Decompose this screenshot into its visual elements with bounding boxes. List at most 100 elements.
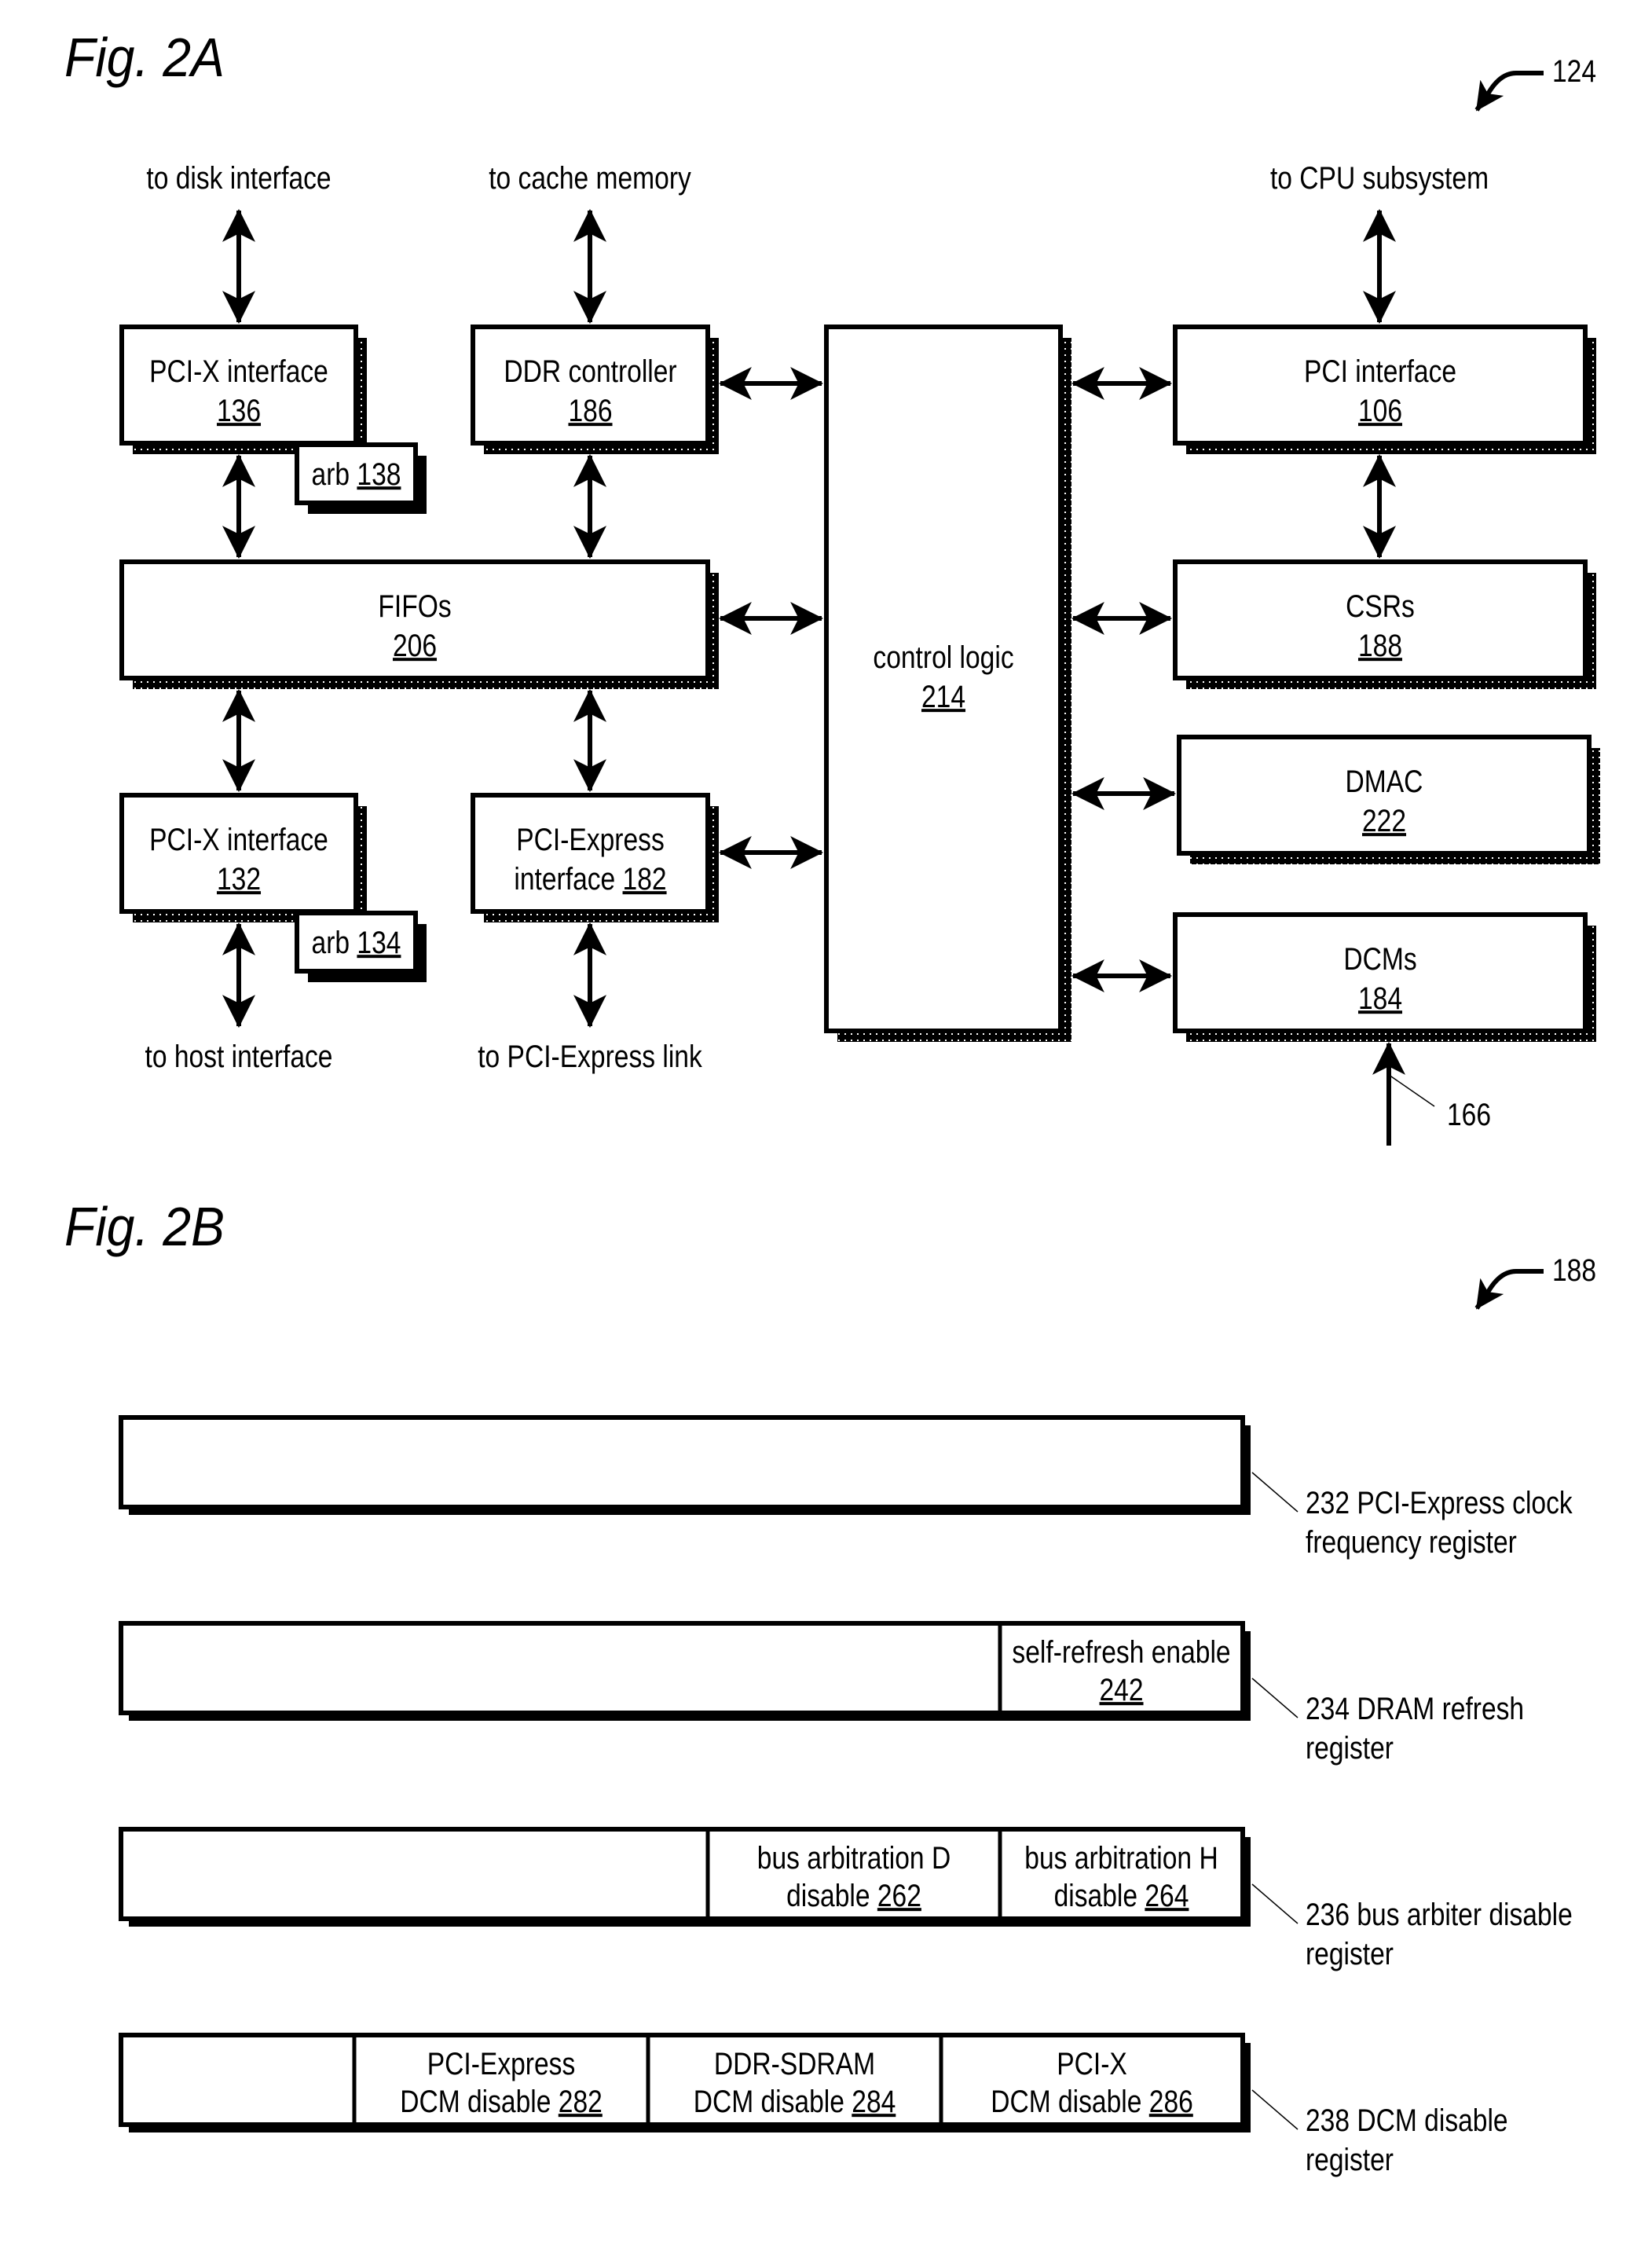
register-236-leader [1251, 1883, 1299, 1924]
block-dmac-222-refnum-text: 222 [1362, 803, 1406, 838]
register-236-field-264-line2-prefix: disable [1054, 1878, 1145, 1912]
block-arb-138: arb 138 [295, 442, 427, 514]
register-238-field-284-line1: DDR-SDRAM [714, 2046, 875, 2081]
block-fifos-206-name: FIFOs [378, 589, 451, 623]
signal-166: 166 [1388, 1074, 1491, 1132]
blocks-fig2a: PCI-X interface 136 arb 138 DDR controller 1… [119, 325, 1600, 1042]
block-pcix-interface-136-refnum: 136 [217, 393, 261, 427]
register-234-caption-line1: 234 DRAM refresh [1306, 1691, 1524, 1725]
register-238-field-284-line2: DCM disable 284 [694, 2084, 896, 2118]
block-csrs-188: CSRs 188 [1173, 559, 1596, 689]
block-arb-134-label-text: arb 134 [312, 925, 401, 959]
block-dcms-184: DCMs 184 [1173, 912, 1596, 1042]
block-arb-138-label-ref: 138 [357, 457, 401, 491]
register-238-field-286-line2: DCM disable 286 [991, 2084, 1193, 2118]
register-238-field-282-line2-ref: 282 [559, 2084, 603, 2118]
register-238-field-282-line1: PCI-Express [427, 2046, 575, 2081]
register-236-field-262-line1: bus arbitration D [757, 1840, 951, 1875]
ref-pointer-188-arrow [1474, 1269, 1544, 1310]
block-dcms-184-refnum: 184 [1358, 981, 1402, 1015]
block-pcix-interface-132-refnum-text: 132 [217, 861, 261, 896]
register-236-field-262-line2: disable 262 [786, 1878, 921, 1912]
block-arb-134-label-ref: 134 [357, 925, 401, 959]
block-fifos-206: FIFOs 206 [119, 559, 719, 689]
ref-pointer-124-arrow [1474, 71, 1544, 112]
patent-figure-canvas: Fig. 2A 124 to disk interface to cache m… [64, 28, 1600, 2177]
label-to-cache-memory: to cache memory [489, 160, 691, 195]
register-234-leader [1251, 1678, 1299, 1718]
block-ddr-controller-186: DDR controller 186 [471, 325, 719, 454]
block-ddr-controller-186-refnum-text: 186 [568, 393, 612, 427]
block-dmac-222-name: DMAC [1346, 764, 1423, 798]
block-arb-138-label: arb 138 [312, 457, 401, 491]
block-dcms-184-refnum-text: 184 [1358, 981, 1402, 1015]
register-236-field-264-line2-text: disable 264 [1054, 1878, 1189, 1912]
register-236-caption-line2: register [1306, 1936, 1394, 1971]
register-236-field-264-line1: bus arbitration H [1024, 1840, 1218, 1875]
block-control-logic-214-name: control logic [873, 640, 1013, 674]
register-234-caption-line2: register [1306, 1730, 1394, 1765]
block-arb-134-label: arb 134 [312, 925, 401, 959]
ref-pointer-188: 188 [1474, 1252, 1596, 1310]
block-dmac-222-refnum: 222 [1362, 803, 1406, 838]
block-pci-interface-106-name: PCI interface [1304, 354, 1456, 388]
register-238-leader [1251, 2089, 1299, 2130]
register-238-field-282-line2: DCM disable 282 [400, 2084, 603, 2118]
block-arb-138-label-text: arb 138 [312, 457, 401, 491]
block-pcix-interface-136: PCI-X interface 136 [119, 325, 367, 454]
figure-2b-title: Fig. 2B [64, 1197, 225, 1258]
block-pcie-interface-182-name-line1: PCI-Express [516, 822, 664, 856]
register-238-field-284-line2-text: DCM disable 284 [694, 2084, 896, 2118]
block-pci-interface-106: PCI interface 106 [1173, 325, 1596, 454]
register-234-field-242-line1: self-refresh enable [1012, 1634, 1230, 1669]
ref-label-188: 188 [1552, 1252, 1596, 1287]
block-control-logic-214-refnum-text: 214 [921, 679, 965, 713]
block-pcix-interface-136-name: PCI-X interface [149, 354, 328, 388]
block-arb-138-label-prefix: arb [312, 457, 357, 491]
label-to-host-interface: to host interface [145, 1039, 333, 1073]
block-control-logic-214-refnum: 214 [921, 679, 965, 713]
block-pcix-interface-136-refnum-ref: 136 [217, 393, 261, 427]
register-234-field-242-line2: 242 [1099, 1672, 1143, 1707]
block-dcms-184-name: DCMs [1343, 941, 1416, 976]
register-236: bus arbitration Ddisable 262 bus arbitrat… [119, 1827, 1573, 1971]
figure-2a: Fig. 2A 124 to disk interface to cache m… [64, 28, 1600, 1146]
register-list: 232 PCI-Express clock frequency register s… [119, 1415, 1573, 2177]
block-arb-134-label-prefix: arb [312, 925, 357, 959]
block-csrs-188-refnum: 188 [1358, 628, 1402, 662]
block-dmac-222: DMAC 222 [1177, 735, 1600, 864]
block-pcie-interface-182: PCI-Express interface 182 [471, 793, 719, 922]
block-csrs-188-refnum-text: 188 [1358, 628, 1402, 662]
register-232: 232 PCI-Express clock frequency register [119, 1415, 1573, 1560]
block-pcie-interface-182-line2: interface 182 [514, 861, 666, 896]
block-pcix-interface-132-refnum-ref: 132 [217, 861, 261, 896]
block-fifos-206-refnum-ref: 206 [393, 628, 437, 662]
register-232-leader [1251, 1472, 1299, 1513]
register-238-field-282-line2-text: DCM disable 282 [400, 2084, 603, 2118]
signal-166-leader [1388, 1074, 1435, 1107]
register-234-field-242-line2-text: 242 [1099, 1672, 1143, 1707]
label-to-cpu-subsystem: to CPU subsystem [1270, 160, 1489, 195]
block-ddr-controller-186-refnum: 186 [568, 393, 612, 427]
figure-2a-title: Fig. 2A [64, 28, 225, 89]
register-232-frame [119, 1415, 1245, 1509]
block-csrs-188-name: CSRs [1346, 589, 1415, 623]
block-arb-134: arb 134 [295, 911, 427, 982]
register-236-field-264-line2: disable 264 [1054, 1878, 1189, 1912]
block-ddr-controller-186-name: DDR controller [504, 354, 676, 388]
block-dmac-222-refnum-ref: 222 [1362, 803, 1406, 838]
block-pcix-interface-136-refnum-text: 136 [217, 393, 261, 427]
register-236-field-262-line2-text: disable 262 [786, 1878, 921, 1912]
block-control-logic-214: control logic 214 [824, 325, 1071, 1042]
register-236-field-262-line2-prefix: disable [786, 1878, 877, 1912]
register-236-caption-line1: 236 bus arbiter disable [1306, 1897, 1573, 1931]
block-ddr-controller-186-refnum-ref: 186 [568, 393, 612, 427]
register-238-field-286-line2-text: DCM disable 286 [991, 2084, 1193, 2118]
block-fifos-206-refnum-text: 206 [393, 628, 437, 662]
block-pcix-interface-132-name: PCI-X interface [149, 822, 328, 856]
block-dcms-184-refnum-ref: 184 [1358, 981, 1402, 1015]
block-pci-interface-106-refnum-text: 106 [1358, 393, 1402, 427]
block-pci-interface-106-refnum: 106 [1358, 393, 1402, 427]
register-234: self-refresh enable242 234 DRAM refresh re… [119, 1621, 1524, 1766]
register-232-caption-line2: frequency register [1306, 1524, 1517, 1559]
